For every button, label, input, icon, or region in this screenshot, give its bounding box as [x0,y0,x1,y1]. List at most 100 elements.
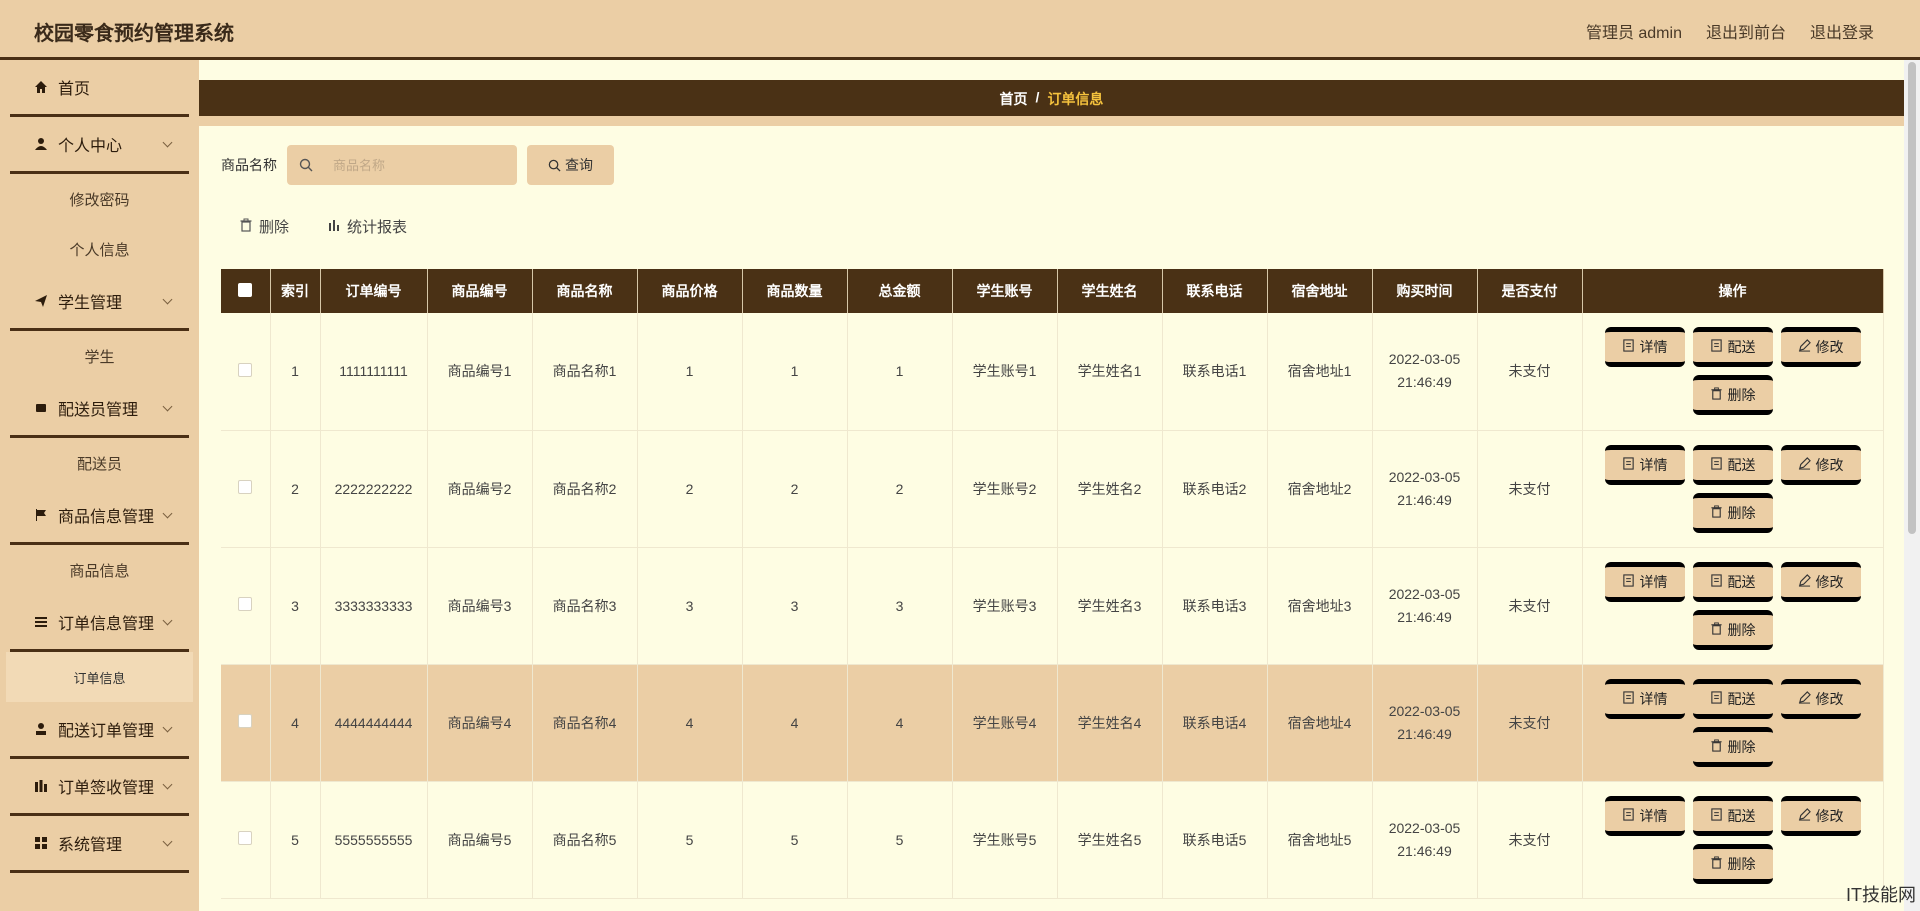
nav-goods-mgmt-label: 商品信息管理 [58,509,155,526]
nav-personal-info[interactable]: 个人信息 [6,224,193,274]
column-header: 学生姓名 [1057,269,1163,313]
row-select-cell[interactable] [221,781,271,899]
cell-goods-no: 商品编号3 [427,547,533,665]
goto-front-link[interactable]: 退出到前台 [1706,19,1786,43]
nav-goods[interactable]: 商品信息 [6,545,193,595]
document-icon [1622,456,1635,473]
document-icon [1622,573,1635,590]
vertical-scrollbar[interactable] [1904,60,1920,911]
table-header-row: 索引 订单编号 商品编号 商品名称 商品价格 商品数量 总金额 学生账号 学生姓… [221,269,1884,313]
deliver-button[interactable]: 配送 [1692,795,1773,836]
nav-courier[interactable]: 配送员 [6,438,193,488]
search-input[interactable] [333,157,513,173]
nav-home[interactable]: 首页 [10,60,189,117]
nav-order-mgmt[interactable]: 订单信息管理 [10,595,189,652]
cell-phone: 联系电话1 [1162,313,1268,431]
cell-addr: 宿舍地址4 [1267,664,1373,782]
detail-button[interactable]: 详情 [1604,678,1685,719]
nav-personal-center[interactable]: 个人中心 [10,117,189,174]
trash-icon [1710,855,1723,872]
detail-button[interactable]: 详情 [1604,561,1685,602]
row-select-cell[interactable] [221,313,271,431]
cell-addr: 宿舍地址3 [1267,547,1373,665]
deliver-button[interactable]: 配送 [1692,678,1773,719]
edit-button[interactable]: 修改 [1780,561,1861,602]
admin-username: 管理员 admin [1585,25,1682,42]
row-select-cell[interactable] [221,430,271,548]
document-icon [1622,339,1635,355]
stats-report-button[interactable]: 统计报表 [327,216,407,237]
query-button-label: 查询 [565,157,593,173]
cell-phone: 联系电话3 [1162,547,1268,665]
nav-courier-mgmt[interactable]: 配送员管理 [10,381,189,438]
deliver-button-label: 配送 [1727,339,1756,356]
cell-account: 学生账号2 [952,430,1058,548]
cell-price: 4 [637,664,743,782]
detail-button-label: 详情 [1639,807,1668,824]
nav-system-mgmt[interactable]: 系统管理 [10,816,189,873]
cell-goods-name: 商品名称1 [532,313,638,431]
purchase-clock: 21:46:49 [1397,608,1452,625]
row-select-cell[interactable] [221,547,271,665]
document-icon [1622,807,1635,824]
deliver-button[interactable]: 配送 [1692,444,1773,485]
cell-idx: 1 [270,313,321,431]
cell-order-no: 3333333333 [320,547,428,665]
delete-button[interactable]: 删除 [1692,492,1773,533]
chevron-down-icon [162,836,173,847]
column-header: 订单编号 [320,269,428,313]
nav-order-mgmt-label: 订单信息管理 [58,616,155,633]
edit-button[interactable]: 修改 [1780,795,1861,836]
pencil-icon [1798,456,1811,473]
row-select-cell[interactable] [221,664,271,782]
cell-goods-no: 商品编号4 [427,664,533,782]
pencil-icon [1798,339,1811,355]
nav-order-info[interactable]: 订单信息 [6,652,193,702]
delete-button[interactable]: 删除 [1692,609,1773,650]
delete-button[interactable]: 删除 [1692,843,1773,884]
detail-button[interactable]: 详情 [1604,327,1685,368]
select-all-header[interactable] [221,269,271,313]
bulk-delete-button[interactable]: 删除 [239,216,289,237]
row-checkbox[interactable] [238,714,253,728]
row-checkbox[interactable] [238,480,253,494]
query-button[interactable]: 查询 [527,145,614,185]
cell-total: 1 [847,313,953,431]
chevron-down-icon [162,722,173,733]
toolbar: 删除 统计报表 [239,216,407,237]
nav-signoff-mgmt[interactable]: 订单签收管理 [10,759,189,816]
deliver-button[interactable]: 配送 [1692,327,1773,368]
edit-button-label: 修改 [1815,456,1844,473]
breadcrumb-separator: / [1035,89,1040,105]
person-icon [34,722,48,736]
deliver-button[interactable]: 配送 [1692,561,1773,602]
cell-addr: 宿舍地址5 [1267,781,1373,899]
detail-button[interactable]: 详情 [1604,795,1685,836]
nav-delivery-order-mgmt[interactable]: 配送订单管理 [10,702,189,759]
pencil-icon [1798,690,1811,707]
select-all-checkbox[interactable] [238,282,253,297]
delete-button[interactable]: 删除 [1692,375,1773,416]
scrollbar-thumb[interactable] [1908,62,1916,534]
detail-button-label: 详情 [1639,690,1668,707]
bulk-delete-label: 删除 [259,219,290,236]
detail-button[interactable]: 详情 [1604,444,1685,485]
row-checkbox[interactable] [238,362,253,377]
cell-phone: 联系电话5 [1162,781,1268,899]
nav-change-password[interactable]: 修改密码 [6,174,193,224]
delete-button-label: 删除 [1727,387,1756,404]
paper-plane-icon [34,294,48,308]
edit-button[interactable]: 修改 [1780,678,1861,719]
nav-goods-mgmt[interactable]: 商品信息管理 [10,488,189,545]
row-checkbox[interactable] [238,597,253,611]
logout-link[interactable]: 退出登录 [1810,19,1874,43]
nav-student[interactable]: 学生 [6,331,193,381]
edit-button-label: 修改 [1815,690,1844,707]
cell-idx: 3 [270,547,321,665]
nav-student-mgmt[interactable]: 学生管理 [10,274,189,331]
edit-button[interactable]: 修改 [1780,327,1861,368]
row-checkbox[interactable] [238,831,253,845]
edit-button[interactable]: 修改 [1780,444,1861,485]
delete-button[interactable]: 删除 [1692,726,1773,767]
breadcrumb-home[interactable]: 首页 [1000,89,1028,109]
